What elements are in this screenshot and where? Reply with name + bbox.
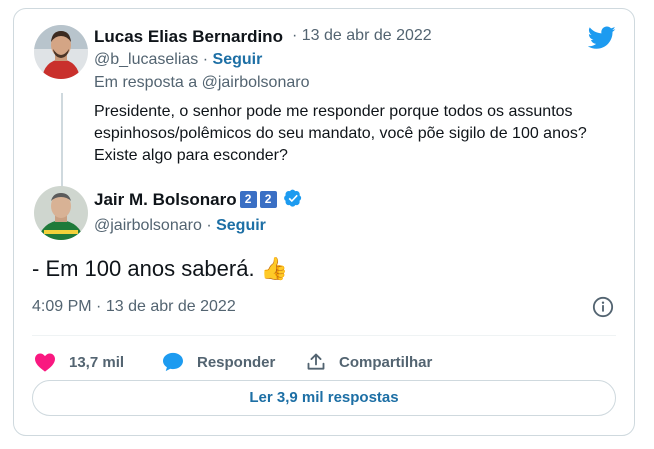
reply-handle[interactable]: @b_lucaselias: [94, 51, 198, 68]
reply-button[interactable]: Responder: [162, 352, 275, 372]
tweet-date[interactable]: 13 de abr de 2022: [106, 298, 236, 315]
share-button[interactable]: Compartilhar: [306, 352, 432, 372]
in-reply-to-handle[interactable]: @jairbolsonaro: [202, 74, 310, 91]
like-button[interactable]: 13,7 mil: [34, 352, 124, 372]
reply-author-avatar[interactable]: [34, 25, 88, 79]
like-count: 13,7 mil: [69, 353, 125, 371]
main-author-avatar[interactable]: [34, 186, 88, 240]
reply-follow-button[interactable]: Seguir: [213, 51, 263, 68]
reply-text: Presidente, o senhor pode me responder p…: [94, 103, 587, 164]
main-author-name[interactable]: Jair M. Bolsonaro 2 2: [94, 189, 303, 210]
timestamp-row: 4:09 PM · 13 de abr de 2022: [32, 298, 236, 316]
thumbs-up-emoji: 👍: [260, 256, 289, 281]
in-reply-to: Em resposta a @jairbolsonaro: [94, 74, 309, 92]
main-follow-button[interactable]: Seguir: [216, 217, 266, 234]
reply-label: Responder: [197, 353, 276, 371]
divider: [32, 335, 616, 336]
main-handle-separator: ·: [206, 217, 212, 234]
reply-meta: · 13 de abr de 2022: [292, 27, 432, 45]
number-badge-2: 2: [259, 191, 277, 208]
main-handle-row: @jairbolsonaro · Seguir: [94, 217, 266, 235]
reply-author-name[interactable]: Lucas Elias Bernardino: [94, 27, 283, 47]
number-badge-1: 2: [239, 191, 257, 208]
in-reply-to-label: Em resposta a: [94, 74, 198, 91]
tweet-card: Lucas Elias Bernardino · 13 de abr de 20…: [13, 8, 635, 436]
reply-bubble-icon: [163, 352, 183, 372]
share-icon: [307, 353, 325, 370]
timestamp-separator: ·: [96, 298, 102, 315]
tweet-time[interactable]: 4:09 PM: [32, 298, 92, 315]
main-author-name-text: Jair M. Bolsonaro: [94, 190, 237, 209]
thread-line: [61, 93, 63, 189]
share-label: Compartilhar: [339, 353, 433, 371]
reply-separator: ·: [292, 27, 298, 44]
reply-handle-separator: ·: [202, 51, 209, 68]
main-tweet-text: - Em 100 anos saberá. 👍: [32, 256, 288, 282]
main-handle[interactable]: @jairbolsonaro: [94, 217, 202, 234]
main-tweet-text-content: - Em 100 anos saberá.: [32, 256, 255, 281]
read-replies-button[interactable]: Ler 3,9 mil respostas: [32, 380, 616, 416]
info-icon[interactable]: [592, 296, 614, 318]
twitter-bird-icon[interactable]: [588, 26, 616, 50]
reply-handle-row: @b_lucaselias · Seguir: [94, 51, 262, 69]
verified-badge-icon: [284, 189, 302, 207]
heart-icon: [35, 353, 55, 372]
reply-date[interactable]: 13 de abr de 2022: [302, 27, 432, 44]
